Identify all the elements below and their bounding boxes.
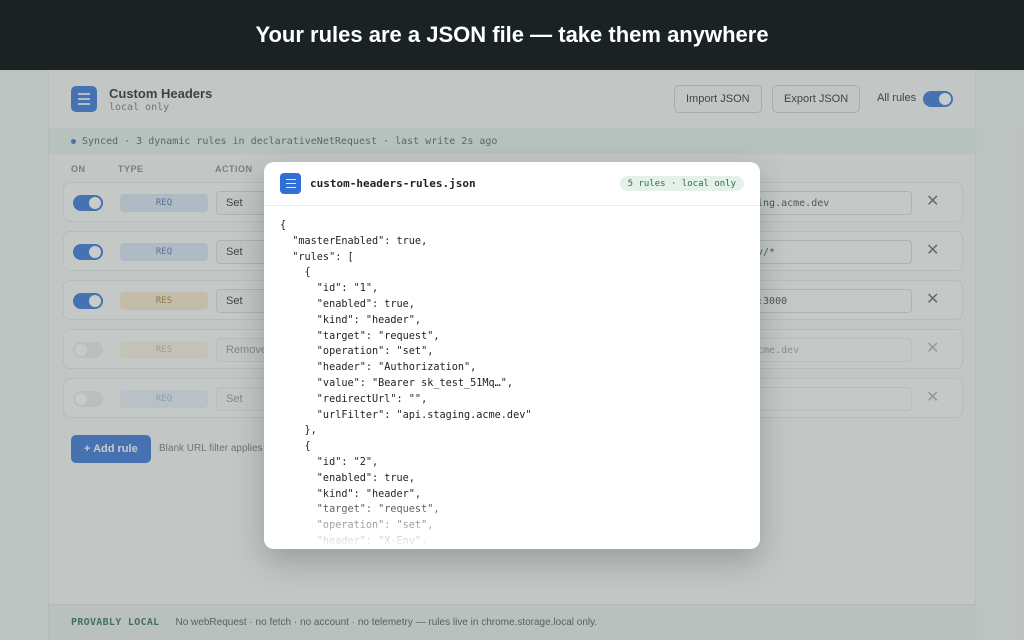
json-line: { xyxy=(280,220,287,231)
modal-header: custom-headers-rules.json 5 rules · loca… xyxy=(264,162,760,206)
json-line: "rules": [ xyxy=(280,251,354,263)
json-line: "redirectUrl": "", xyxy=(280,393,428,405)
promo-banner: Your rules are a JSON file — take them a… xyxy=(0,0,1024,70)
json-line: "id": "1", xyxy=(280,283,379,295)
json-line: "id": "2", xyxy=(280,456,379,468)
file-icon xyxy=(280,173,301,194)
modal-filename: custom-headers-rules.json xyxy=(310,177,476,190)
json-line: "masterEnabled": true, xyxy=(280,235,428,247)
rules-count-badge: 5 rules · local only xyxy=(619,176,744,191)
json-line: "operation": "set", xyxy=(280,346,434,358)
json-line: }, xyxy=(280,425,317,437)
json-line: "urlFilter": "api.staging.acme.dev" xyxy=(280,409,532,421)
json-line: "target": "request", xyxy=(280,330,440,342)
json-line: "enabled": true, xyxy=(280,298,415,310)
json-line: "enabled": true, xyxy=(280,472,415,484)
banner-text: Your rules are a JSON file — take them a… xyxy=(255,22,769,47)
json-line: { xyxy=(280,267,311,279)
json-line: { xyxy=(280,441,311,453)
json-line: "value": "Bearer sk_test_51Mq…", xyxy=(280,377,514,389)
json-export-modal: custom-headers-rules.json 5 rules · loca… xyxy=(264,162,760,549)
json-line: "kind": "header", xyxy=(280,314,422,326)
scroll-fade xyxy=(264,493,760,549)
json-line: "header": "Authorization", xyxy=(280,362,477,374)
